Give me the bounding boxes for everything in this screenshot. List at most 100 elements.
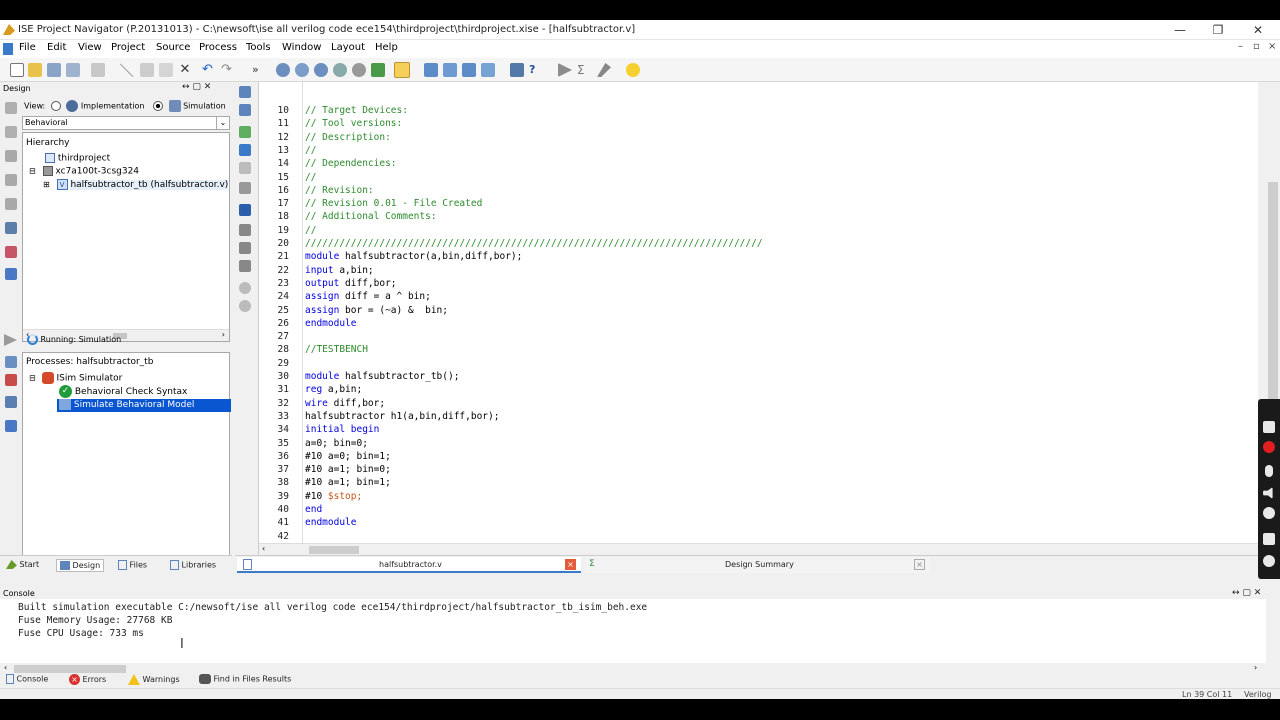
menu-process[interactable]: Process <box>199 42 237 53</box>
tab-find-in-files[interactable]: Find in Files Results <box>199 674 291 684</box>
scroll-right-icon[interactable]: › <box>1254 663 1257 672</box>
layout-icon-1[interactable] <box>424 63 438 77</box>
refresh-icon[interactable] <box>371 63 385 77</box>
scroll-left-icon[interactable]: ‹ <box>4 663 7 672</box>
tab-files[interactable]: Files <box>118 560 147 570</box>
console-controls[interactable]: ↔ ▢ ✕ <box>1232 588 1261 598</box>
behavioral-dropdown[interactable]: Behavioral ⌄ <box>22 116 230 130</box>
zoom-full-icon[interactable] <box>314 63 328 77</box>
scroll-right-icon[interactable]: › <box>222 330 225 339</box>
doc-minimize-button[interactable]: – <box>1238 41 1243 52</box>
open-icon[interactable] <box>28 63 42 77</box>
code-editor[interactable]: 10 11 12 13 14 15 16 17 18 19 20 21 22 23 24 25 26 27 28 29… <box>258 82 1259 555</box>
menu-file[interactable]: File <box>19 42 36 53</box>
strip-icon-6[interactable] <box>5 222 17 234</box>
strip-icon-5[interactable] <box>5 198 17 210</box>
editor-strip-icon-2[interactable] <box>239 104 251 116</box>
console-output[interactable]: Built simulation executable C:/newsoft/i… <box>0 599 1266 663</box>
expand-icon[interactable]: ⊞ <box>43 180 50 189</box>
zoom-select-icon[interactable] <box>352 63 366 77</box>
close-tab-icon[interactable]: × <box>914 559 925 570</box>
print-icon[interactable] <box>91 63 105 77</box>
process-item-isim[interactable]: ⊟ ISim Simulator <box>29 372 122 384</box>
chat-icon[interactable] <box>1263 533 1275 545</box>
doc-restore-button[interactable]: ▫ <box>1253 41 1260 52</box>
layout-icon-3[interactable] <box>462 63 476 77</box>
tab-warnings[interactable]: Warnings <box>128 674 180 685</box>
tab-start[interactable]: Start <box>6 560 39 569</box>
record-icon[interactable] <box>1263 441 1275 453</box>
close-button[interactable]: ✕ <box>1248 22 1268 38</box>
probe-icon[interactable] <box>597 63 611 77</box>
strip-icon-8[interactable] <box>5 268 17 280</box>
process-strip-icon-3[interactable] <box>5 396 17 408</box>
cut-icon[interactable] <box>120 63 134 77</box>
run-process-icon[interactable] <box>4 334 17 346</box>
lightbulb-icon[interactable] <box>626 63 640 77</box>
editor-strip-icon-7[interactable] <box>239 204 251 216</box>
editor-strip-icon-3[interactable] <box>239 126 251 138</box>
strip-icon-3[interactable] <box>5 150 17 162</box>
tab-halfsubtractor[interactable]: halfsubtractor.v × <box>237 557 581 573</box>
new-icon[interactable] <box>10 63 24 77</box>
zoom-in-icon[interactable] <box>276 63 290 77</box>
sigma-icon[interactable]: Σ <box>577 63 591 77</box>
save-all-icon[interactable] <box>66 63 80 77</box>
editor-strip-icon-10[interactable] <box>239 260 251 272</box>
editor-strip-icon-4[interactable] <box>239 144 251 156</box>
strip-icon-7[interactable] <box>5 246 17 258</box>
collapse-icon[interactable]: ⊟ <box>29 167 36 176</box>
process-strip-icon-1[interactable] <box>5 356 17 368</box>
tree-item-device[interactable]: ⊟ xc7a100t-3csg324 <box>29 166 139 177</box>
menu-view[interactable]: View <box>78 42 102 53</box>
layout-icon-4[interactable] <box>481 63 495 77</box>
strip-icon-1[interactable] <box>5 102 17 114</box>
console-hscroll-thumb[interactable] <box>14 665 126 673</box>
more-icon[interactable]: » <box>252 63 266 77</box>
run-icon[interactable] <box>558 63 572 77</box>
tree-item-tb[interactable]: ⊞ V halfsubtractor_tb (halfsubtractor.v) <box>43 179 229 190</box>
zoom-fit-icon[interactable] <box>333 63 347 77</box>
tab-errors[interactable]: × Errors <box>69 674 106 685</box>
delete-icon[interactable]: ✕ <box>178 63 192 77</box>
editor-strip-icon-5[interactable] <box>239 162 251 174</box>
editor-strip-icon-8[interactable] <box>239 224 251 236</box>
menu-project[interactable]: Project <box>111 42 145 53</box>
process-item-simulate[interactable]: Simulate Behavioral Model <box>57 399 231 412</box>
tab-design-summary[interactable]: Σ Design Summary × <box>585 557 930 573</box>
editor-strip-icon-6[interactable] <box>239 182 251 194</box>
highlight-icon[interactable] <box>394 62 410 78</box>
settings-icon[interactable] <box>1263 555 1275 567</box>
webcam-icon[interactable] <box>1263 507 1275 519</box>
paste-icon[interactable] <box>159 63 173 77</box>
tools-icon[interactable] <box>510 63 524 77</box>
zoom-out-icon[interactable] <box>295 63 309 77</box>
microphone-icon[interactable] <box>1265 465 1273 477</box>
simulation-label[interactable]: Simulation <box>183 102 226 111</box>
chevron-down-icon[interactable]: ⌄ <box>216 117 229 129</box>
speaker-icon[interactable] <box>1263 487 1273 499</box>
process-strip-icon-2[interactable] <box>5 374 17 386</box>
process-strip-icon-4[interactable] <box>5 420 17 432</box>
menu-source[interactable]: Source <box>156 42 190 53</box>
editor-strip-icon-1[interactable] <box>239 86 251 98</box>
strip-icon-2[interactable] <box>5 126 17 138</box>
editor-hscroll-thumb[interactable] <box>309 546 359 554</box>
tree-item-project[interactable]: thirdproject <box>45 153 110 164</box>
simulation-radio[interactable] <box>152 101 163 111</box>
tab-design[interactable]: Design <box>56 559 105 572</box>
tab-libraries[interactable]: Libraries <box>170 560 216 570</box>
implementation-label[interactable]: Implementation <box>81 102 145 111</box>
save-icon[interactable] <box>47 63 61 77</box>
menu-tools[interactable]: Tools <box>246 42 271 53</box>
help-icon[interactable]: ? <box>529 63 543 77</box>
design-panel-controls[interactable]: ↔ ▢ ✕ <box>182 82 211 92</box>
menu-window[interactable]: Window <box>282 42 321 53</box>
process-item-check-syntax[interactable]: ✓ Behavioral Check Syntax <box>59 385 187 398</box>
menu-help[interactable]: Help <box>375 42 398 53</box>
copy-icon[interactable] <box>140 63 154 77</box>
restore-button[interactable]: ❐ <box>1208 22 1228 38</box>
console-vscroll[interactable] <box>1266 599 1280 663</box>
editor-hscroll[interactable]: ‹ <box>259 543 1259 555</box>
close-tab-icon[interactable]: × <box>565 559 576 570</box>
